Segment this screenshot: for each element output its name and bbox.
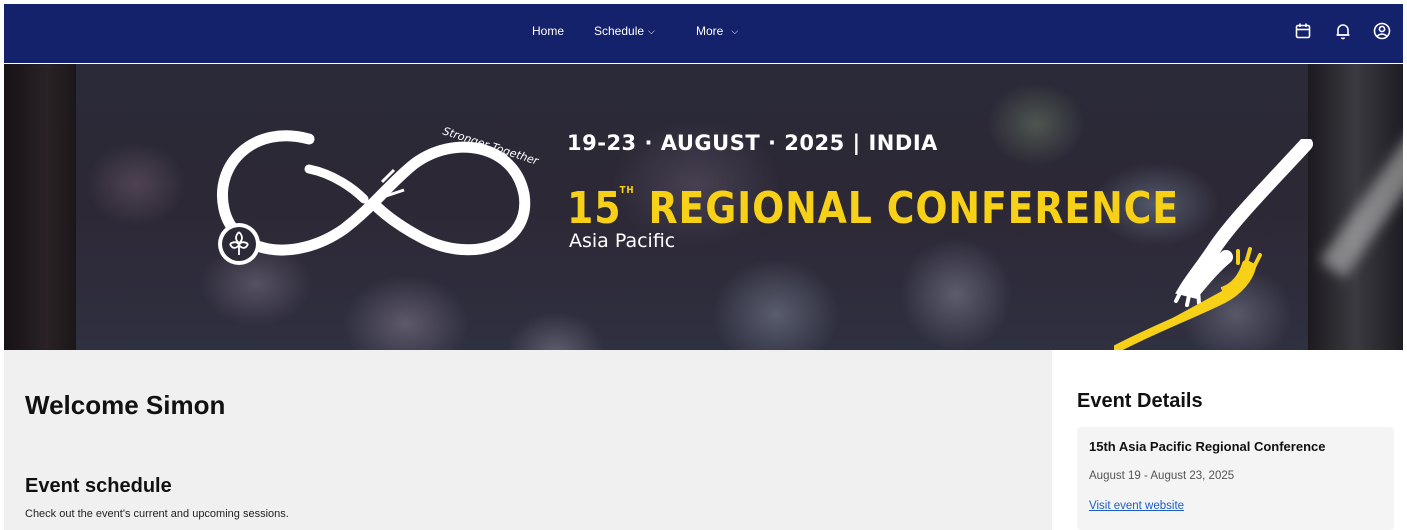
event-schedule-subtitle: Check out the event's current and upcomi… xyxy=(25,508,289,520)
banner-title: 15TH REGIONAL CONFERENCE xyxy=(567,165,1179,235)
event-dates: August 19 - August 23, 2025 xyxy=(1089,470,1235,482)
event-details-card: 15th Asia Pacific Regional Conference Au… xyxy=(1077,427,1394,530)
event-details-heading: Event Details xyxy=(1077,390,1203,412)
nav-home-label: Home xyxy=(532,24,565,38)
banner-title-suffix: TH xyxy=(619,185,635,196)
bell-icon[interactable] xyxy=(1333,21,1353,41)
event-details-panel: Event Details 15th Asia Pacific Regional… xyxy=(1052,350,1403,530)
welcome-heading: Welcome Simon xyxy=(25,390,226,420)
nav-schedule-label: Schedule xyxy=(594,24,645,38)
nav-schedule-dropdown[interactable]: Schedule ⌵ xyxy=(594,24,655,38)
main-content: Welcome Simon Event schedule Check out t… xyxy=(4,350,1052,530)
banner-side-right xyxy=(1308,64,1403,350)
banner-region: Asia Pacific xyxy=(569,230,676,252)
nav-links: Home Schedule ⌵ More ⌵ xyxy=(4,4,1403,63)
visit-event-website-link[interactable]: Visit event website xyxy=(1089,500,1184,512)
event-name: 15th Asia Pacific Regional Conference xyxy=(1089,439,1326,454)
banner-title-text: REGIONAL CONFERENCE xyxy=(648,183,1179,234)
infinity-hands-logo: Stronger Together xyxy=(217,124,541,265)
banner-title-number: 15 xyxy=(567,183,622,234)
calendar-icon[interactable] xyxy=(1293,21,1313,41)
banner-dates: 19-23 · AUGUST · 2025 | INDIA xyxy=(567,131,938,155)
conference-banner: Stronger Together 19-23 · AUGUST · 2025 … xyxy=(4,64,1403,350)
account-icon[interactable] xyxy=(1372,21,1392,41)
nav-more-label: More xyxy=(696,24,724,38)
nav-home-link[interactable]: Home xyxy=(532,24,564,38)
top-nav: Home Schedule ⌵ More ⌵ xyxy=(4,4,1403,63)
chevron-down-icon: ⌵ xyxy=(648,26,655,36)
event-schedule-heading: Event schedule xyxy=(25,475,172,497)
chevron-down-icon: ⌵ xyxy=(731,26,739,36)
banner-side-left xyxy=(4,64,76,350)
nav-more-dropdown[interactable]: More ⌵ xyxy=(696,24,738,38)
